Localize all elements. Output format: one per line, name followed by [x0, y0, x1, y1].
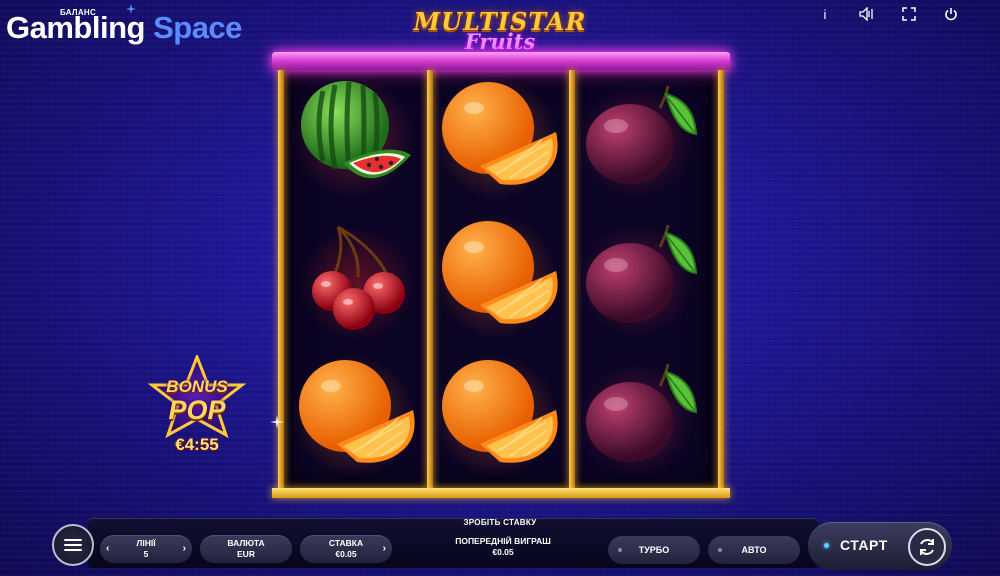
menu-button[interactable]	[52, 524, 94, 566]
cherries-icon	[300, 225, 416, 342]
reel-1	[290, 70, 426, 488]
orange-symbol	[433, 209, 569, 348]
frame-top-neon	[272, 52, 730, 70]
plum-icon	[578, 83, 698, 200]
make-bet-prompt: ЗРОБІТЬ СТАВКУ	[463, 518, 537, 527]
currency-label: ВАЛЮТА	[227, 538, 265, 548]
plum-icon	[578, 222, 698, 339]
watermelon-icon	[291, 75, 415, 199]
orange-symbol	[433, 70, 569, 209]
turbo-indicator	[618, 548, 622, 552]
sound-icon[interactable]	[858, 5, 876, 23]
bet-label: СТАВКА	[328, 538, 364, 548]
plum-symbol	[575, 209, 711, 348]
lines-increase-button[interactable]: ›	[183, 543, 186, 554]
orange-icon	[434, 75, 558, 200]
watermelon-symbol	[290, 70, 426, 209]
bonus-pop-amount: €4:55	[175, 435, 219, 454]
currency-selector[interactable]: ВАЛЮТА EUR	[200, 535, 292, 563]
bet-increase-button[interactable]: ›	[383, 543, 386, 554]
brand-logo: БАЛАНС Gambling Space	[6, 4, 306, 46]
bottom-control-bar: ЗРОБІТЬ СТАВКУ ‹ ЛІНІЇ 5 › ВАЛЮТА EUR СТ…	[48, 516, 952, 574]
start-indicator	[824, 543, 829, 548]
sparkle-icon	[270, 415, 284, 429]
lines-label: ЛІНІЇ	[136, 538, 156, 548]
bonus-pop-line2: POP	[168, 395, 226, 425]
auto-toggle[interactable]: АВТО	[708, 536, 800, 564]
frame-bottom-gold	[272, 488, 730, 498]
lines-selector[interactable]: ‹ ЛІНІЇ 5 ›	[100, 535, 192, 563]
plum-symbol	[575, 70, 711, 209]
info-icon[interactable]: i	[816, 5, 834, 23]
plum-symbol	[575, 348, 711, 487]
orange-icon	[434, 214, 558, 339]
turbo-label: ТУРБО	[638, 545, 670, 555]
auto-label: АВТО	[741, 545, 767, 555]
currency-value: EUR	[237, 549, 255, 559]
cherries-symbol	[290, 209, 426, 348]
auto-indicator	[718, 548, 722, 552]
orange-icon	[291, 353, 415, 478]
reel-frame	[272, 52, 730, 498]
orange-symbol	[433, 348, 569, 487]
bet-value: €0.05	[335, 549, 357, 559]
turbo-toggle[interactable]: ТУРБО	[608, 536, 700, 564]
start-label: СТАРТ	[840, 537, 888, 553]
bonus-pop-badge[interactable]: BONUS POP €4:55	[146, 352, 248, 455]
orange-icon	[434, 353, 558, 478]
reel-3	[575, 70, 711, 488]
brand-name-part1: Gambling	[6, 10, 145, 45]
sparkle-icon	[126, 4, 136, 14]
previous-win: ПОПЕРЕДНІЙ ВИГРАШ €0.05	[423, 536, 583, 558]
orange-symbol	[290, 348, 426, 487]
brand-name: Gambling Space	[6, 10, 242, 46]
frame-rail-right	[718, 70, 724, 488]
plum-icon	[578, 361, 698, 478]
lines-decrease-button[interactable]: ‹	[106, 543, 109, 554]
brand-name-part2: Space	[153, 10, 242, 45]
lines-value: 5	[143, 549, 149, 559]
previous-win-value: €0.05	[492, 547, 514, 557]
power-icon[interactable]	[942, 5, 960, 23]
start-button[interactable]: СТАРТ	[808, 522, 952, 570]
bet-selector[interactable]: СТАВКА €0.05 ›	[300, 535, 392, 563]
spin-icon[interactable]	[908, 528, 946, 566]
fullscreen-icon[interactable]	[900, 5, 918, 23]
hamburger-icon	[64, 539, 82, 551]
top-controls: i	[816, 5, 960, 23]
previous-win-label: ПОПЕРЕДНІЙ ВИГРАШ	[455, 536, 551, 546]
reel-2	[433, 70, 569, 488]
bonus-pop-line1: BONUS	[166, 377, 228, 396]
